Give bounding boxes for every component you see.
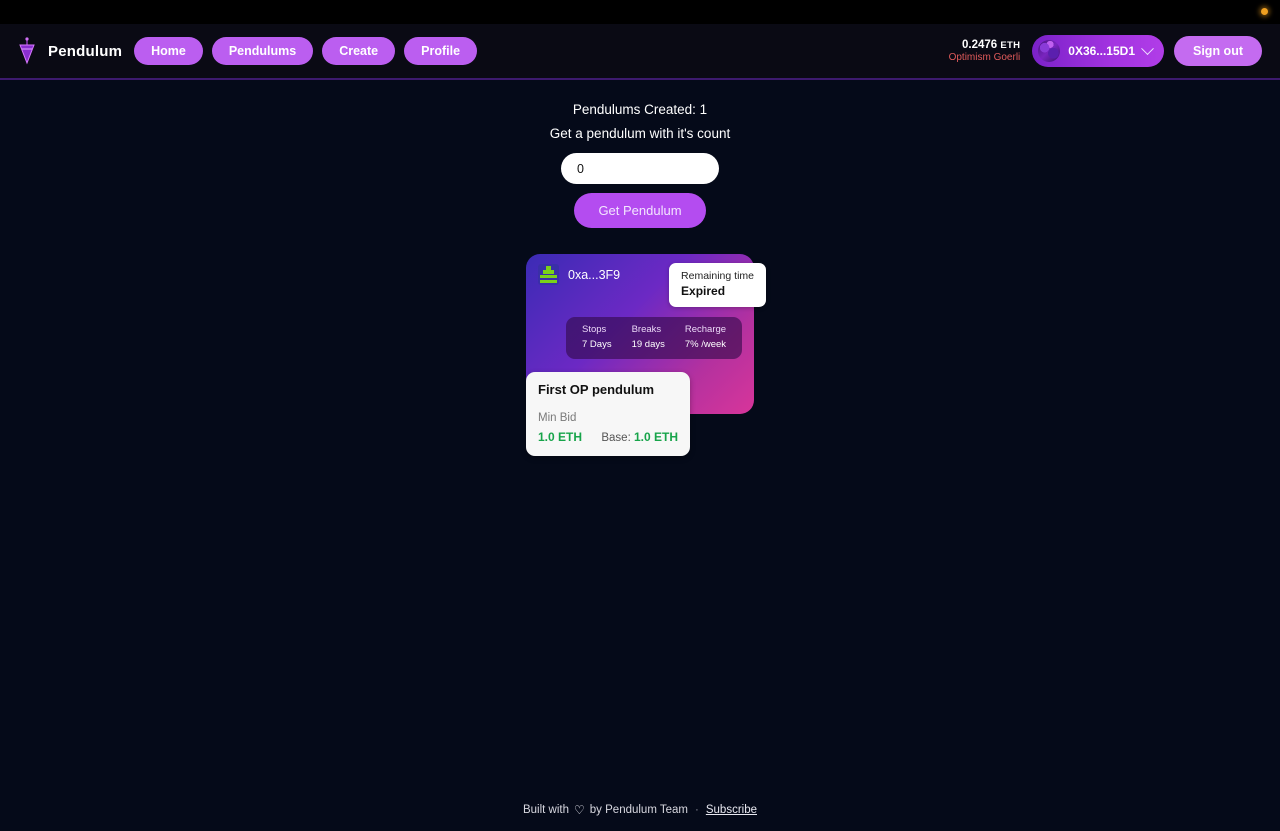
remaining-time-label: Remaining time <box>681 270 754 283</box>
top-strip <box>0 0 1280 24</box>
footer-separator: · <box>695 804 699 816</box>
stat-stops: Stops 7 Days <box>572 323 622 352</box>
owner-blockie-icon <box>538 264 559 286</box>
nav-item-home[interactable]: Home <box>134 36 203 66</box>
wallet-balance: 0.2476 ETH <box>949 38 1021 52</box>
chevron-down-icon <box>1141 41 1154 55</box>
nav-item-pendulums[interactable]: Pendulums <box>211 36 314 66</box>
stat-breaks-label: Breaks <box>631 324 662 336</box>
base-price-label: Base: <box>601 432 631 445</box>
pendulum-title: First OP pendulum <box>538 382 655 398</box>
min-bid-label: Min Bid <box>538 412 577 425</box>
remaining-time-value: Expired <box>681 283 726 298</box>
get-pendulum-button[interactable]: Get Pendulum <box>574 193 706 229</box>
remaining-time-badge: Remaining time Expired <box>669 263 766 308</box>
pendulum-stats-box: Stops 7 Days Breaks 19 days Recharge 7% … <box>566 317 743 359</box>
stat-recharge-label: Recharge <box>684 324 727 336</box>
pendulum-card[interactable]: 0xa...3F9 Remaining time Expired Stops 7… <box>526 254 766 457</box>
header-right-cluster: 0.2476 ETH Optimism Goerli 0X36...15D1 S… <box>949 35 1262 67</box>
subscribe-link[interactable]: Subscribe <box>706 804 757 816</box>
pendulum-count-input[interactable] <box>561 153 719 185</box>
main-content: Pendulums Created: 1 Get a pendulum with… <box>0 80 1280 457</box>
wallet-balance-unit: ETH <box>1000 39 1021 51</box>
footer-team: by Pendulum Team <box>589 804 689 816</box>
notification-dot-icon <box>1261 8 1268 15</box>
stat-breaks: Breaks 19 days <box>622 323 675 352</box>
brand-name: Pendulum <box>48 42 123 60</box>
wallet-balance-amount: 0.2476 <box>961 38 998 51</box>
base-price: Base: 1.0 ETH <box>601 430 678 444</box>
wallet-network: Optimism Goerli <box>948 51 1021 63</box>
sign-out-button[interactable]: Sign out <box>1174 35 1262 67</box>
bid-row: 1.0 ETH Base: 1.0 ETH <box>538 430 678 444</box>
wallet-address-label: 0X36...15D1 <box>1068 44 1135 58</box>
stat-breaks-value: 19 days <box>631 338 665 350</box>
footer-built-with: Built with <box>522 804 570 816</box>
base-price-value: 1.0 ETH <box>633 430 678 445</box>
nav-item-create[interactable]: Create <box>322 36 396 66</box>
nav-item-profile[interactable]: Profile <box>404 36 478 66</box>
stat-stops-label: Stops <box>582 324 607 336</box>
main-nav: Home Pendulums Create Profile <box>134 36 478 66</box>
min-bid-value: 1.0 ETH <box>538 430 583 445</box>
get-pendulum-subtitle: Get a pendulum with it's count <box>549 126 731 142</box>
pendulums-created-count: Pendulums Created: 1 <box>572 102 708 117</box>
pendulum-info-card: First OP pendulum Min Bid 1.0 ETH Base: … <box>526 372 690 457</box>
stat-recharge: Recharge 7% /week <box>675 323 736 352</box>
heart-icon: ♡ <box>574 803 585 817</box>
app-header: Pendulum Home Pendulums Create Profile 0… <box>0 24 1280 80</box>
stat-recharge-value: 7% /week <box>684 338 727 350</box>
wallet-address-button[interactable]: 0X36...15D1 <box>1032 35 1164 67</box>
wallet-balance-block: 0.2476 ETH Optimism Goerli <box>949 38 1021 65</box>
page-footer: Built with ♡ by Pendulum Team · Subscrib… <box>0 803 1280 817</box>
brand-logo[interactable]: Pendulum <box>16 37 122 65</box>
wallet-avatar-icon <box>1038 40 1061 62</box>
pendulum-icon <box>16 37 38 65</box>
pendulum-owner-address: 0xa...3F9 <box>568 267 621 282</box>
stat-stops-value: 7 Days <box>582 338 612 350</box>
